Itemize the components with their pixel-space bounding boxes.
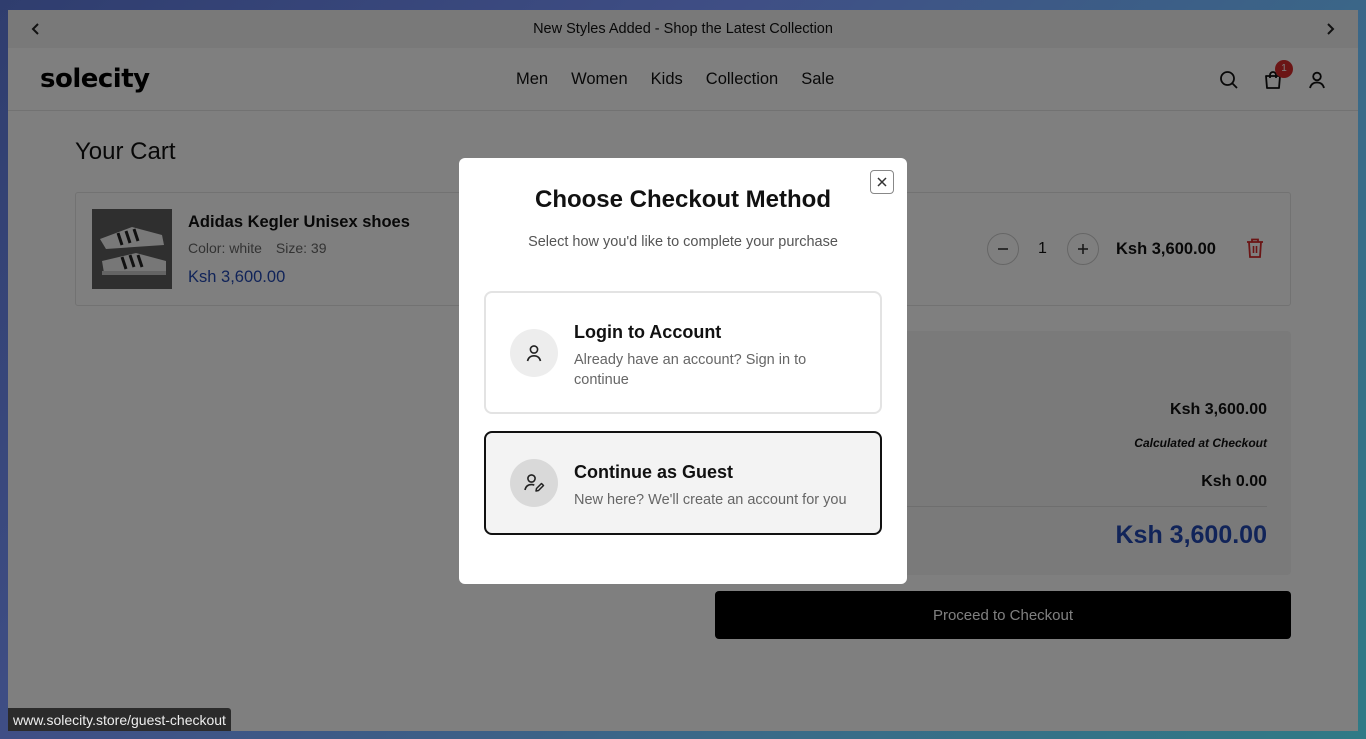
modal-subtitle: Select how you'd like to complete your p… (528, 234, 838, 250)
link-status-bar: www.solecity.store/guest-checkout (8, 708, 231, 731)
guest-option-description: New here? We'll create an account for yo… (574, 492, 847, 508)
modal-title: Choose Checkout Method (534, 186, 831, 213)
checkout-method-modal: Choose Checkout Method Select how you'd … (459, 158, 907, 584)
user-icon (510, 329, 558, 377)
login-option-title: Login to Account (574, 322, 722, 342)
login-option[interactable]: Login to Account Already have an account… (484, 291, 882, 414)
guest-option[interactable]: Continue as Guest New here? We'll create… (484, 431, 882, 535)
browser-viewport: New Styles Added - Shop the Latest Colle… (8, 10, 1358, 731)
guest-option-title: Continue as Guest (574, 462, 734, 482)
user-pen-icon (510, 459, 558, 507)
login-option-description: Already have an account? Sign in to cont… (574, 352, 807, 388)
